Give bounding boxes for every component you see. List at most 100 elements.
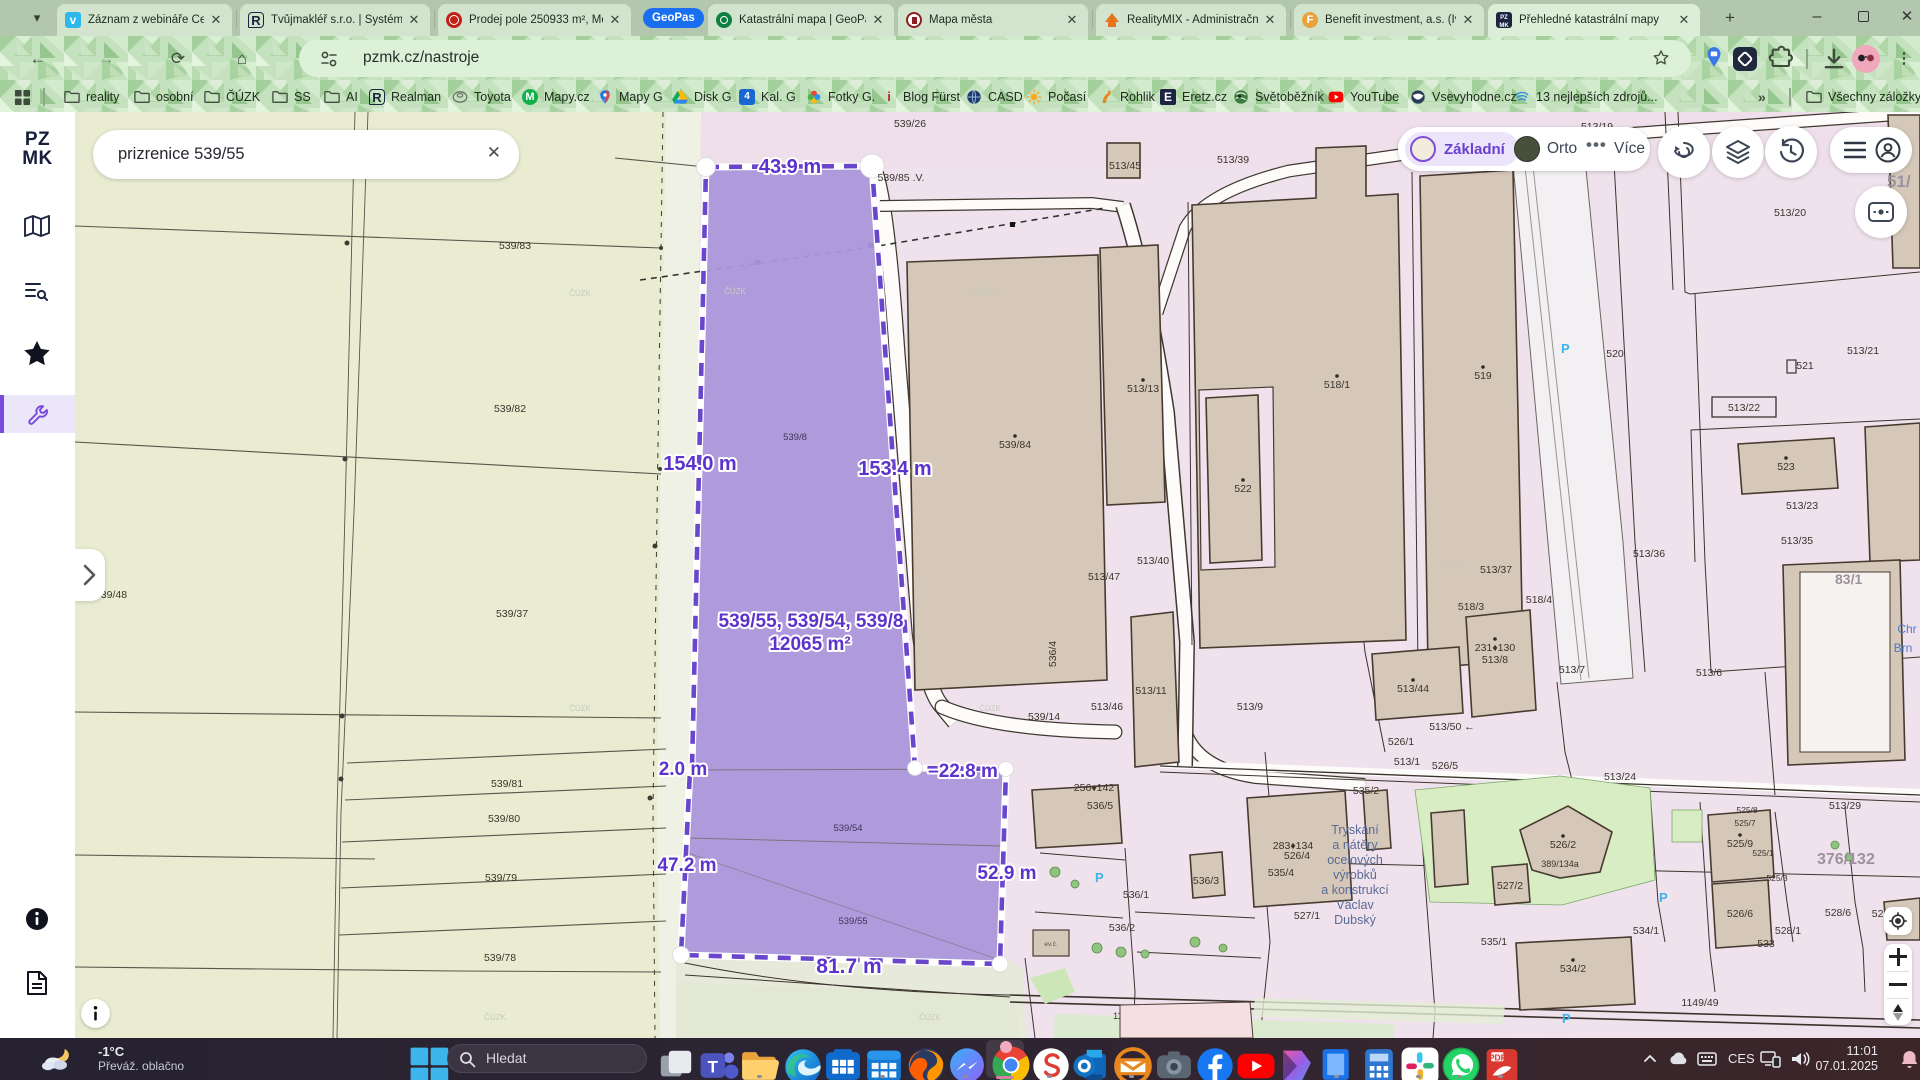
svg-text:ČÚZK: ČÚZK bbox=[974, 287, 996, 296]
svg-text:539/83: 539/83 bbox=[499, 240, 531, 252]
svg-text:539/80: 539/80 bbox=[488, 813, 520, 825]
svg-text:525/1: 525/1 bbox=[1752, 848, 1774, 858]
svg-text:P: P bbox=[1561, 341, 1570, 356]
svg-text:520: 520 bbox=[1606, 348, 1624, 360]
svg-text:12065 m²: 12065 m² bbox=[769, 634, 850, 655]
svg-text:528/6: 528/6 bbox=[1825, 907, 1851, 919]
svg-text:513/45: 513/45 bbox=[1109, 160, 1141, 172]
svg-text:P: P bbox=[1562, 1011, 1571, 1026]
svg-text:534/2: 534/2 bbox=[1560, 963, 1586, 975]
svg-text:535/4: 535/4 bbox=[1268, 867, 1294, 879]
svg-text:534/1: 534/1 bbox=[1633, 925, 1659, 937]
svg-text:ČÚZK: ČÚZK bbox=[569, 704, 591, 713]
svg-text:513/24: 513/24 bbox=[1604, 771, 1636, 783]
svg-text:154.0 m: 154.0 m bbox=[663, 453, 736, 475]
svg-text:522: 522 bbox=[1234, 483, 1252, 495]
svg-text:ČÚZK: ČÚZK bbox=[1444, 562, 1466, 571]
svg-text:Chr: Chr bbox=[1897, 622, 1916, 636]
svg-text:PDF: PDF bbox=[1489, 1053, 1506, 1063]
svg-text:513/35: 513/35 bbox=[1781, 535, 1813, 547]
svg-text:539/8: 539/8 bbox=[783, 432, 807, 443]
svg-text:ev.č.: ev.č. bbox=[1044, 941, 1057, 948]
svg-text:536/2: 536/2 bbox=[1109, 922, 1135, 934]
svg-text:539/78: 539/78 bbox=[484, 952, 516, 964]
svg-text:536/5: 536/5 bbox=[1087, 800, 1113, 812]
svg-text:539/85 .V.: 539/85 .V. bbox=[878, 172, 925, 184]
svg-text:256♦142: 256♦142 bbox=[1074, 782, 1115, 794]
svg-text:ČÚZK: ČÚZK bbox=[569, 289, 591, 298]
svg-text:533: 533 bbox=[1757, 938, 1775, 950]
svg-text:153.4 m: 153.4 m bbox=[858, 458, 931, 480]
svg-text:513/1: 513/1 bbox=[1394, 756, 1420, 768]
svg-text:518/4: 518/4 bbox=[1526, 594, 1552, 606]
svg-text:535/2: 535/2 bbox=[1353, 785, 1379, 797]
svg-text:525/8: 525/8 bbox=[1736, 805, 1758, 815]
svg-text:513/9: 513/9 bbox=[1237, 701, 1263, 713]
svg-text:T: T bbox=[708, 1057, 719, 1076]
svg-text:539/82: 539/82 bbox=[494, 403, 526, 415]
svg-text:43.9 m: 43.9 m bbox=[759, 156, 821, 178]
svg-text:513/47: 513/47 bbox=[1088, 571, 1120, 583]
svg-text:539/37: 539/37 bbox=[496, 608, 528, 620]
svg-text:513/6: 513/6 bbox=[1696, 667, 1722, 679]
svg-text:283♦134: 283♦134 bbox=[1273, 840, 1314, 852]
svg-text:526/1: 526/1 bbox=[1388, 736, 1414, 748]
svg-text:536/3: 536/3 bbox=[1193, 875, 1219, 887]
svg-text:518/1: 518/1 bbox=[1324, 379, 1350, 391]
svg-text:525/7: 525/7 bbox=[1734, 818, 1756, 828]
svg-text:52.9 m: 52.9 m bbox=[977, 863, 1036, 884]
svg-text:ČÚZK: ČÚZK bbox=[484, 1013, 506, 1022]
svg-text:513/21: 513/21 bbox=[1847, 345, 1879, 357]
svg-text:83/1: 83/1 bbox=[1835, 571, 1862, 587]
svg-text:539/55, 539/54, 539/8: 539/55, 539/54, 539/8 bbox=[719, 611, 904, 632]
svg-text:527/1: 527/1 bbox=[1294, 910, 1320, 922]
svg-text:539/84: 539/84 bbox=[999, 439, 1031, 451]
svg-text:P: P bbox=[1095, 870, 1104, 885]
svg-text:ocelových: ocelových bbox=[1327, 853, 1383, 867]
svg-text:525/9: 525/9 bbox=[1727, 838, 1753, 850]
svg-text:ČÚZK: ČÚZK bbox=[979, 704, 1001, 713]
svg-text:a nátěry: a nátěry bbox=[1332, 838, 1378, 852]
svg-text:528/1: 528/1 bbox=[1775, 925, 1801, 937]
svg-text:525/3: 525/3 bbox=[1766, 873, 1788, 883]
svg-text:513/7: 513/7 bbox=[1559, 664, 1585, 676]
svg-text:513/46: 513/46 bbox=[1091, 701, 1123, 713]
svg-text:536/1: 536/1 bbox=[1123, 889, 1149, 901]
svg-text:47.2 m: 47.2 m bbox=[657, 855, 716, 876]
svg-text:521: 521 bbox=[1796, 360, 1814, 372]
svg-text:536/4: 536/4 bbox=[1047, 641, 1059, 667]
svg-text:a konstrukcí: a konstrukcí bbox=[1321, 883, 1389, 897]
svg-text:513/29: 513/29 bbox=[1829, 800, 1861, 812]
svg-text:539/14: 539/14 bbox=[1028, 711, 1060, 723]
svg-text:526/2: 526/2 bbox=[1550, 839, 1576, 851]
svg-text:P: P bbox=[1659, 890, 1668, 905]
svg-text:513/23: 513/23 bbox=[1786, 500, 1818, 512]
svg-text:513/50 ←: 513/50 ← bbox=[1429, 721, 1475, 733]
svg-text:513/36: 513/36 bbox=[1633, 548, 1665, 560]
svg-text:513/44: 513/44 bbox=[1397, 683, 1429, 695]
svg-text:523: 523 bbox=[1777, 461, 1795, 473]
svg-text:513/11: 513/11 bbox=[1135, 685, 1166, 697]
svg-text:539/81: 539/81 bbox=[491, 778, 523, 790]
svg-text:1149/49: 1149/49 bbox=[1681, 997, 1718, 1009]
svg-text:Dubský: Dubský bbox=[1334, 913, 1376, 927]
svg-text:513/39: 513/39 bbox=[1217, 154, 1249, 166]
svg-text:513/8: 513/8 bbox=[1482, 654, 1508, 666]
svg-text:527/2: 527/2 bbox=[1497, 880, 1523, 892]
svg-text:výrobků: výrobků bbox=[1333, 868, 1377, 882]
svg-text:539/55: 539/55 bbox=[838, 916, 867, 927]
svg-text:Václav: Václav bbox=[1336, 898, 1374, 912]
svg-text:2.0 m: 2.0 m bbox=[659, 759, 708, 780]
svg-text:513/37: 513/37 bbox=[1480, 564, 1512, 576]
svg-text:539/79: 539/79 bbox=[485, 872, 517, 884]
svg-text:535/1: 535/1 bbox=[1481, 936, 1507, 948]
svg-text:518/3: 518/3 bbox=[1458, 601, 1484, 613]
svg-text:376/132: 376/132 bbox=[1817, 851, 1875, 868]
svg-text:Brn: Brn bbox=[1894, 641, 1913, 655]
svg-text:231♦130: 231♦130 bbox=[1475, 642, 1516, 654]
svg-text:Tryskání: Tryskání bbox=[1331, 823, 1379, 837]
svg-text:–22.8 m: –22.8 m bbox=[928, 761, 998, 782]
svg-text:ČÚZK: ČÚZK bbox=[724, 287, 746, 296]
svg-text:81.7 m: 81.7 m bbox=[816, 955, 881, 978]
svg-text:513/40: 513/40 bbox=[1137, 555, 1169, 567]
